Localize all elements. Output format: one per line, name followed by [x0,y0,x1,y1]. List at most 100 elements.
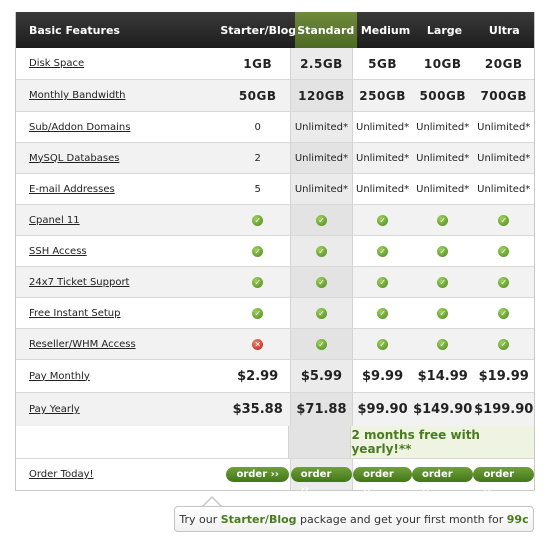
price-value: $149.90 [413,402,473,417]
feature-label-cell: Pay Monthly [16,360,226,392]
feature-label-link[interactable]: 24x7 Ticket Support [29,277,129,288]
spec-value: Unlimited* [416,121,470,133]
price-value: $2.99 [237,368,279,384]
price-value: $14.99 [417,368,468,384]
value-cell-standard: ✓ [289,236,354,266]
spec-value: Unlimited* [416,152,470,164]
spec-value: 2.5GB [300,56,343,71]
pricing-table: Basic Features Starter/Blog Standard Med… [15,12,535,495]
spec-value: Unlimited* [294,152,349,164]
spec-value: 2 [254,152,261,164]
cross-icon: ✕ [252,338,264,350]
tip-prefix: Try our [179,512,218,526]
order-button-ultra[interactable]: order ›› [473,467,535,495]
price-value: $35.88 [232,402,283,417]
feature-label-cell: E-mail Addresses [16,174,226,204]
value-cell-starter: $35.88 [225,393,290,426]
header-plan-large: Large [426,23,463,37]
price-value: $5.99 [300,368,342,384]
value-cell-ultra: 20GB [473,48,534,79]
spec-value: Unlimited* [294,183,349,195]
feature-label-cell: MySQL Databases [16,143,226,173]
value-cell-medium: ✓ [353,205,412,235]
check-icon: ✓ [437,214,449,226]
header-plan-medium: Medium [360,23,411,37]
feature-row: Pay Yearly $35.88 $71.88 $99.90 $149.90 $199.… [16,393,535,426]
feature-label-link[interactable]: Cpanel 11 [29,215,80,226]
spec-value: 700GB [480,88,527,103]
feature-label-link[interactable]: Disk Space [29,58,84,69]
check-icon: ✓ [252,214,264,226]
value-cell-standard: Unlimited* [289,143,354,173]
value-cell-starter: 2 [225,143,290,173]
value-cell-large: 500GB [411,80,474,111]
value-cell-medium: Unlimited* [353,174,412,204]
feature-label-link[interactable]: Monthly Bandwidth [29,90,125,101]
value-cell-ultra: 700GB [473,80,535,111]
value-cell-standard: ✓ [289,298,354,328]
spec-value: 120GB [298,88,345,103]
order-cell-medium: order ›› [353,459,412,495]
feature-row: MySQL Databases 2 Unlimited* Unlimited* Unli… [16,143,535,174]
feature-row: SSH Access ✓ ✓ ✓ ✓ ✓ [16,236,534,267]
value-cell-standard: 2.5GB [289,48,354,79]
check-icon: ✓ [498,245,510,257]
spec-value: 500GB [419,88,466,103]
value-cell-large: ✓ [412,236,473,266]
check-icon: ✓ [498,338,510,350]
spec-value: 250GB [359,88,406,103]
feature-label-link[interactable]: Pay Yearly [29,404,80,415]
order-cell-starter: order ›› [226,459,290,490]
check-icon: ✓ [377,307,389,319]
value-cell-ultra: $19.99 [473,360,534,392]
check-icon: ✓ [377,276,389,288]
feature-label-link[interactable]: Free Instant Setup [29,308,121,319]
value-cell-large: ✓ [411,329,474,359]
order-button-medium[interactable]: order ›› [353,467,412,495]
feature-label-link[interactable]: Reseller/WHM Access [29,339,136,350]
value-cell-starter: 5 [226,174,290,204]
value-cell-large: Unlimited* [412,112,473,142]
feature-label-cell: Disk Space [16,48,226,79]
tip-middle: package and get your first month for [300,512,504,526]
value-cell-standard: Unlimited* [289,112,354,142]
order-button-large[interactable]: order ›› [411,467,474,495]
spec-value: 50GB [238,88,277,103]
promo-spacer [16,426,225,458]
spec-value: 0 [254,121,261,133]
spec-value: 1GB [243,56,273,71]
header-plan-ultra: Ultra [488,23,520,37]
check-icon: ✓ [315,276,327,288]
value-cell-starter: ✓ [225,267,290,297]
promo-spacer [288,426,352,458]
feature-label-link[interactable]: MySQL Databases [29,153,119,164]
value-cell-ultra: Unlimited* [473,112,534,142]
feature-label-link[interactable]: SSH Access [29,246,87,257]
check-icon: ✓ [498,214,510,226]
spec-value: 5GB [368,56,397,71]
feature-label-link[interactable]: E-mail Addresses [29,184,115,195]
table-body: Disk Space 1GB 2.5GB 5GB 10GB 20GB Monthly Ban… [16,48,535,426]
value-cell-ultra: ✓ [473,205,535,235]
value-cell-starter: ✓ [226,236,290,266]
spec-value: Unlimited* [356,121,410,133]
value-cell-medium: ✓ [353,267,412,297]
check-icon: ✓ [315,214,327,226]
order-button-standard[interactable]: order ›› [290,467,353,495]
value-cell-starter: ✓ [225,205,290,235]
feature-label-link[interactable]: Sub/Addon Domains [29,122,130,133]
value-cell-large: $149.90 [411,393,474,426]
feature-row: Disk Space 1GB 2.5GB 5GB 10GB 20GB [16,48,534,80]
value-cell-ultra: $199.90 [473,393,535,426]
spec-value: Unlimited* [356,152,410,164]
starter-offer-tooltip: Try our Starter/Blog package and get you… [174,506,534,532]
order-row: Order Today! order ›› order ›› order ›› … [16,459,535,495]
value-cell-ultra: Unlimited* [473,174,534,204]
feature-row: Monthly Bandwidth 50GB 120GB 250GB 500GB 700G… [16,80,535,112]
table-header: Basic Features Starter/Blog Standard Med… [16,12,534,48]
value-cell-ultra: ✓ [473,329,535,359]
order-button-starter[interactable]: order ›› [226,467,289,482]
feature-label-link[interactable]: Pay Monthly [29,371,90,382]
order-today-link[interactable]: Order Today! [29,469,94,480]
value-cell-starter: 50GB [225,80,290,111]
